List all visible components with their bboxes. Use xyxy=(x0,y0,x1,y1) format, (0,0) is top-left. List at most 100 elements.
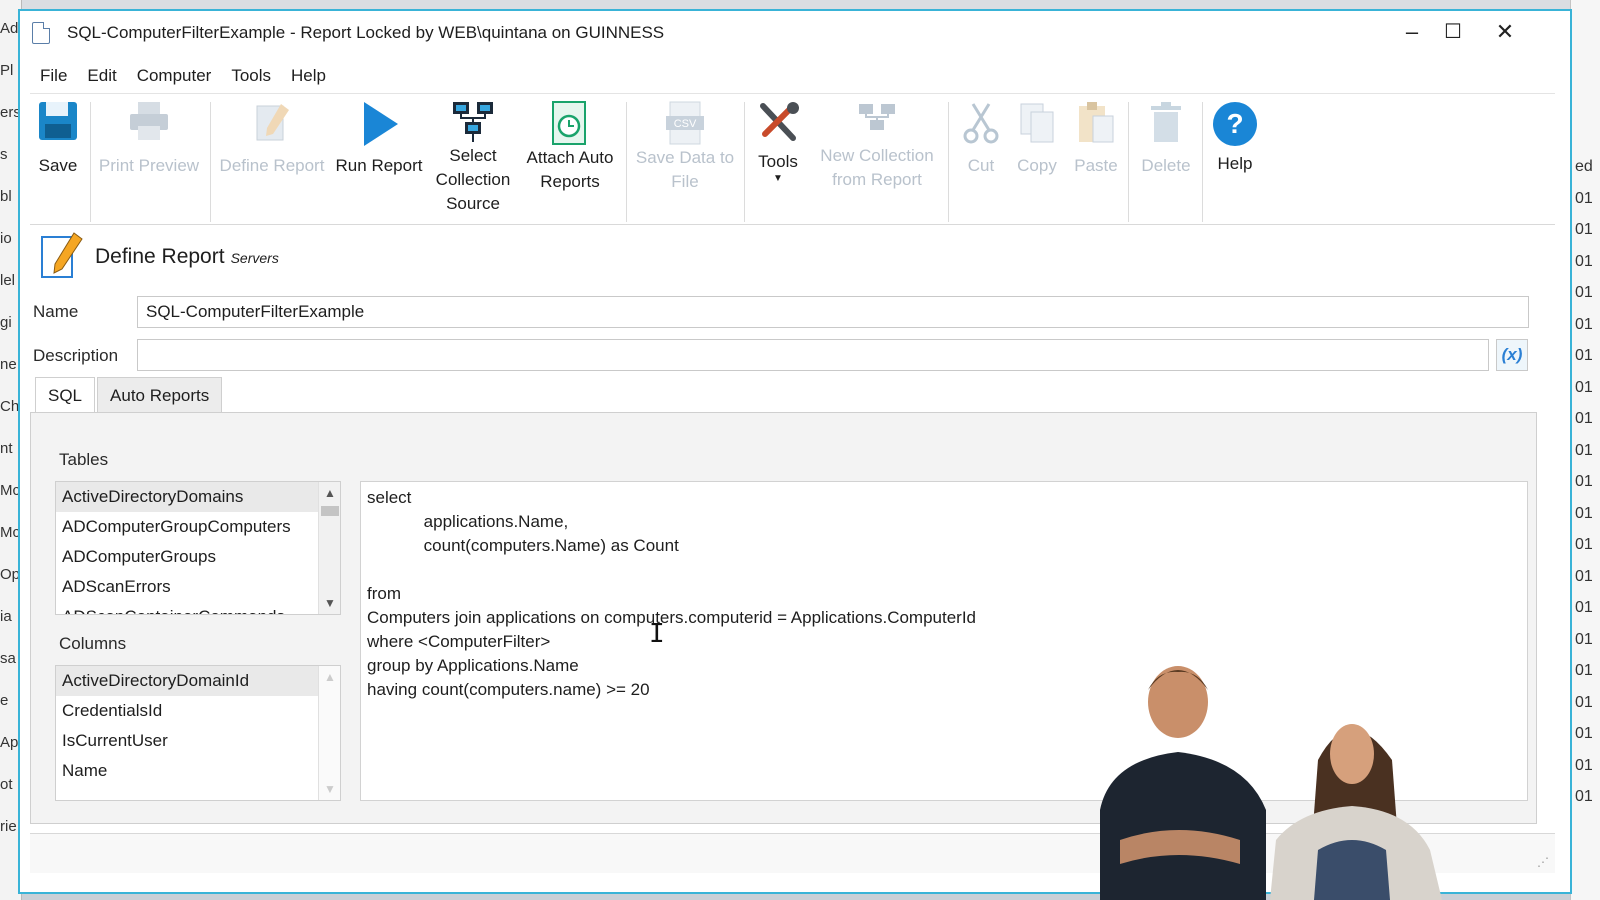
attach-auto-reports-button[interactable]: Attach Auto Reports xyxy=(520,100,620,194)
help-label: Help xyxy=(1217,154,1253,173)
delete-button[interactable]: Delete xyxy=(1134,100,1198,178)
list-item[interactable]: ActiveDirectoryDomainId xyxy=(56,666,340,696)
tables-scrollbar[interactable]: ▲ ▼ xyxy=(318,482,340,614)
tools-dropdown-button[interactable]: Tools ▼ xyxy=(750,100,806,184)
help-button[interactable]: ? Help xyxy=(1206,100,1264,176)
paste-label: Paste xyxy=(1074,156,1118,175)
columns-scrollbar[interactable]: ▲ ▼ xyxy=(318,666,340,800)
page-title: Define Report Servers xyxy=(95,245,279,269)
label-line: Collection xyxy=(435,170,511,189)
scroll-thumb[interactable] xyxy=(321,506,339,516)
background-text-fragment: 01 xyxy=(1575,221,1593,238)
save-label: Save xyxy=(38,156,78,175)
scroll-down-icon[interactable]: ▼ xyxy=(319,782,340,796)
tools-icon xyxy=(760,102,799,141)
list-item[interactable]: ADScanErrors xyxy=(56,572,340,602)
list-item[interactable]: Name xyxy=(56,756,340,786)
background-text-fragment: 01 xyxy=(1575,347,1593,364)
scroll-up-icon[interactable]: ▲ xyxy=(319,670,340,684)
list-item[interactable]: ADComputerGroups xyxy=(56,542,340,572)
window-title: SQL-ComputerFilterExample - Report Locke… xyxy=(67,23,665,42)
background-text-fragment: 01 xyxy=(1575,756,1593,774)
menu-bar: File Edit Computer Tools Help xyxy=(30,57,1555,95)
svg-text:?: ? xyxy=(1226,108,1243,139)
document-icon xyxy=(32,22,50,44)
name-label: Name xyxy=(33,302,79,321)
list-item[interactable]: CredentialsId xyxy=(56,696,340,726)
define-report-button[interactable]: Define Report xyxy=(216,100,328,178)
menu-help[interactable]: Help xyxy=(281,66,336,86)
attach-auto-reports-label: Attach Auto Reports xyxy=(520,146,620,194)
save-button[interactable]: Save xyxy=(34,100,82,178)
save-data-to-file-button[interactable]: CSV Save Data to File xyxy=(632,100,738,194)
text-cursor-icon: I xyxy=(649,619,665,649)
toolbar-separator xyxy=(744,102,745,222)
menu-tools[interactable]: Tools xyxy=(221,66,281,86)
menu-file[interactable]: File xyxy=(30,66,77,86)
name-input[interactable] xyxy=(137,296,1529,328)
background-text-fragment: 01 xyxy=(1575,504,1593,522)
list-item[interactable]: ADScanContainerCommands xyxy=(56,602,340,614)
new-collection-icon xyxy=(859,104,895,130)
list-item[interactable]: IsCurrentUser xyxy=(56,726,340,756)
background-text-fragment: 01 xyxy=(1575,378,1593,396)
label-line: Save Data to xyxy=(635,148,735,167)
new-collection-from-report-label: New Collection from Report xyxy=(812,144,942,192)
trash-icon xyxy=(1151,102,1181,142)
background-text-fragment: 01 xyxy=(1575,284,1593,301)
print-preview-button[interactable]: Print Preview xyxy=(96,100,202,178)
columns-list[interactable]: ActiveDirectoryDomainId CredentialsId Is… xyxy=(55,665,341,801)
menu-computer[interactable]: Computer xyxy=(127,66,222,86)
run-report-button[interactable]: Run Report xyxy=(334,100,424,178)
toolbar: Save Print Preview Define Report Run Rep… xyxy=(30,93,1555,225)
page-title-text: Define Report xyxy=(95,245,225,268)
network-computers-icon xyxy=(453,102,493,142)
sql-line: count(computers.Name) as Count xyxy=(367,536,679,555)
delete-label: Delete xyxy=(1141,156,1191,175)
maximize-button[interactable]: ☐ xyxy=(1433,17,1473,47)
menu-edit[interactable]: Edit xyxy=(77,66,126,86)
tab-auto-reports[interactable]: Auto Reports xyxy=(97,377,223,413)
minimize-button[interactable]: – xyxy=(1392,17,1432,47)
close-button[interactable]: ✕ xyxy=(1485,17,1525,47)
tables-label: Tables xyxy=(59,450,109,469)
define-report-label: Define Report xyxy=(219,156,325,175)
copy-label: Copy xyxy=(1017,156,1057,175)
resize-grip-icon[interactable]: ⋰ xyxy=(1537,855,1549,869)
background-text-fragment: 01 xyxy=(1575,567,1593,585)
variables-button[interactable]: (x) xyxy=(1496,339,1528,371)
label-line: from Report xyxy=(832,170,922,189)
scroll-up-icon[interactable]: ▲ xyxy=(319,486,340,500)
background-text-fragment: 01 xyxy=(1575,441,1593,459)
scroll-down-icon[interactable]: ▼ xyxy=(319,596,340,610)
tools-label: Tools xyxy=(758,152,798,171)
label-line: Reports xyxy=(540,172,600,191)
play-icon xyxy=(364,102,398,146)
copy-button[interactable]: Copy xyxy=(1012,100,1062,178)
background-text-fragment: 01 xyxy=(1575,630,1593,648)
toolbar-separator xyxy=(948,102,949,222)
define-report-header: Define Report Servers xyxy=(40,231,279,281)
background-text-fragment: 01 xyxy=(1575,315,1593,333)
toolbar-separator xyxy=(1128,102,1129,222)
paste-button[interactable]: Paste xyxy=(1068,100,1124,178)
toolbar-separator xyxy=(210,102,211,222)
cut-button[interactable]: Cut xyxy=(956,100,1006,178)
tables-list[interactable]: ActiveDirectoryDomains ADComputerGroupCo… xyxy=(55,481,341,615)
description-input[interactable] xyxy=(137,339,1489,371)
label-line: New Collection xyxy=(820,146,934,165)
sql-line: applications.Name, xyxy=(367,512,569,531)
tab-sql[interactable]: SQL xyxy=(35,377,96,413)
background-text-fragment: 01 xyxy=(1575,252,1593,270)
background-text-fragment: 01 xyxy=(1575,693,1593,711)
toolbar-separator xyxy=(626,102,627,222)
list-item[interactable]: ADComputerGroupComputers xyxy=(56,512,340,542)
new-collection-from-report-button[interactable]: New Collection from Report xyxy=(812,100,942,192)
cut-label: Cut xyxy=(967,156,995,175)
edit-document-icon xyxy=(256,104,289,141)
label-line: Select xyxy=(449,146,497,165)
select-collection-source-button[interactable]: Select Collection Source xyxy=(432,100,514,216)
copy-icon xyxy=(1020,103,1054,143)
list-item[interactable]: ActiveDirectoryDomains xyxy=(56,482,340,512)
background-text-fragment: 01 xyxy=(1575,410,1593,427)
